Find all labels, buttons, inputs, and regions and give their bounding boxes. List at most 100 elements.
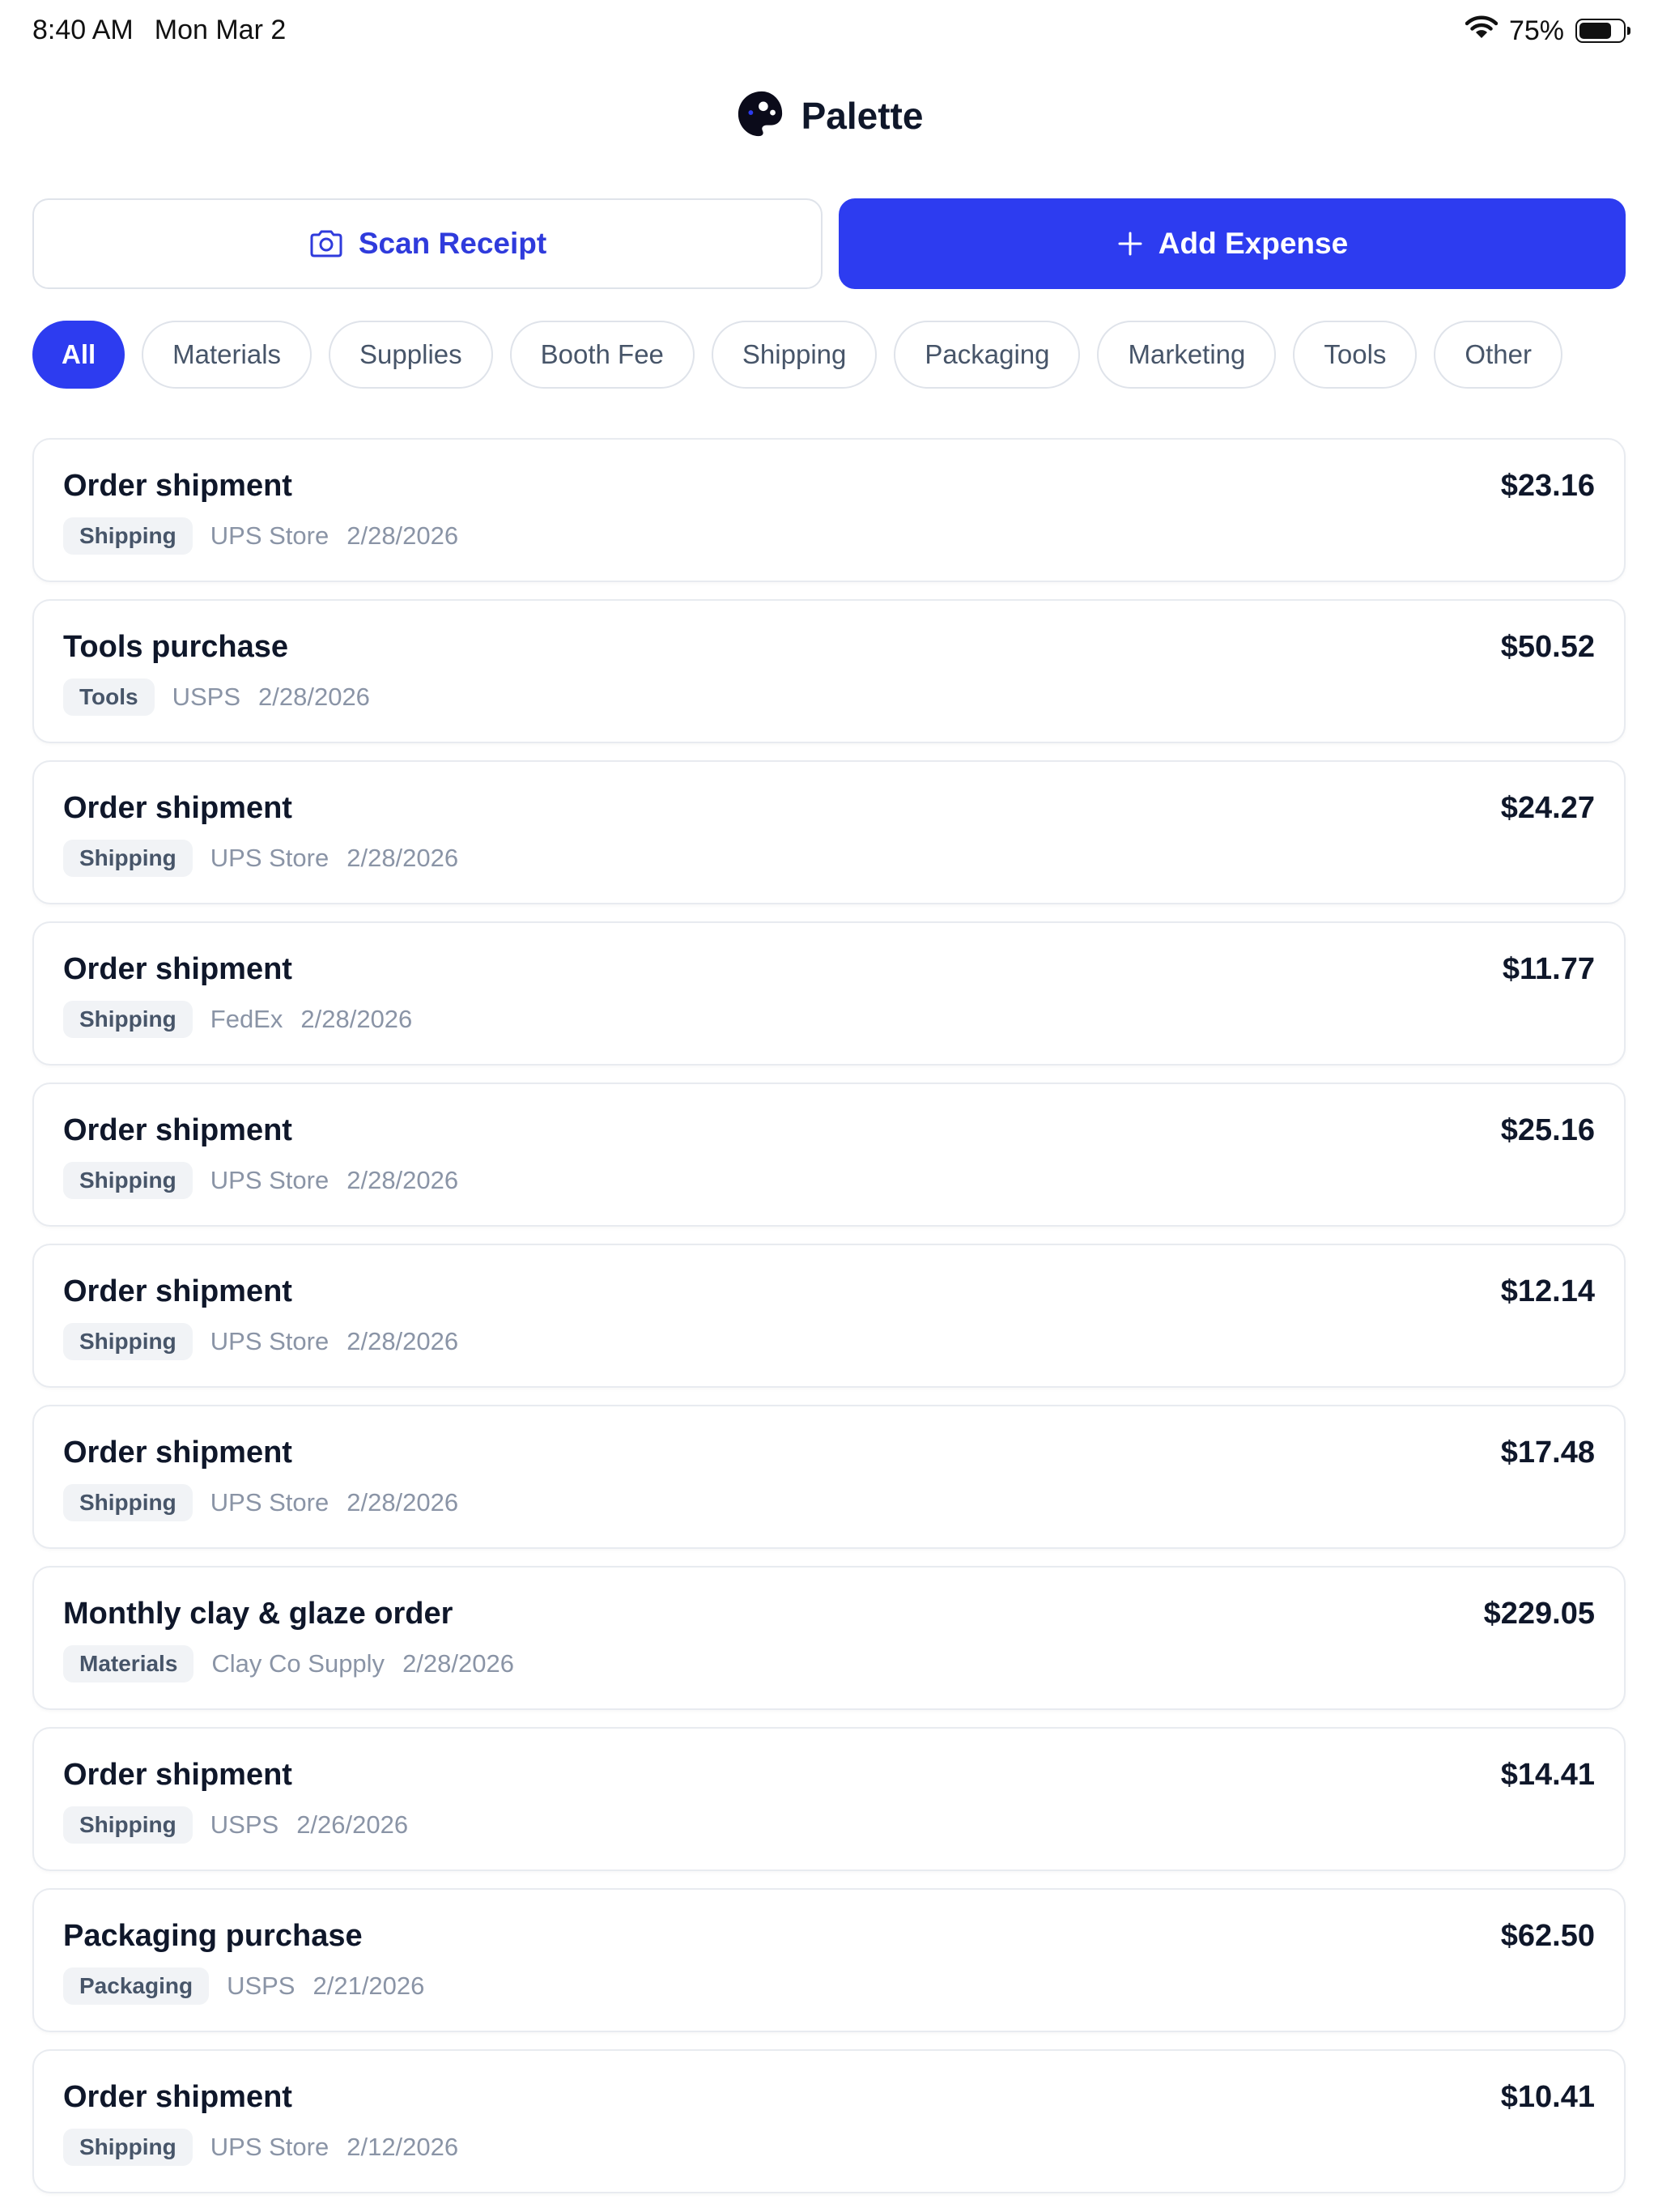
expense-meta: Shipping UPS Store 2/28/2026 <box>63 1323 458 1360</box>
expense-vendor: USPS <box>210 1810 279 1839</box>
expense-title: Order shipment <box>63 952 292 986</box>
expense-date: 2/26/2026 <box>296 1810 409 1839</box>
status-time: 8:40 AM <box>32 15 134 45</box>
app-title: Palette <box>801 95 924 137</box>
app-header: Palette <box>0 85 1658 147</box>
expense-meta: Shipping UPS Store 2/28/2026 <box>63 1162 458 1199</box>
filter-chip-materials[interactable]: Materials <box>142 321 312 389</box>
expense-amount: $229.05 <box>1483 1597 1595 1631</box>
expense-title: Order shipment <box>63 1436 292 1470</box>
category-tag: Packaging <box>63 1967 210 2005</box>
category-tag: Shipping <box>63 1162 193 1199</box>
expense-date: 2/28/2026 <box>300 1005 413 1033</box>
expense-title: Packaging purchase <box>63 1919 363 1953</box>
palette-icon <box>735 89 785 143</box>
filter-chip-shipping[interactable]: Shipping <box>711 321 878 389</box>
filter-chip-marketing[interactable]: Marketing <box>1097 321 1277 389</box>
expense-title: Order shipment <box>63 1274 292 1308</box>
expense-card[interactable]: Tools purchase $50.52 Tools USPS 2/28/20… <box>32 599 1626 743</box>
expense-meta: Shipping UPS Store 2/12/2026 <box>63 2129 458 2166</box>
expense-card[interactable]: Monthly clay & glaze order $229.05 Mater… <box>32 1566 1626 1710</box>
category-tag: Shipping <box>63 840 193 877</box>
category-filter-bar: All Materials Supplies Booth Fee Shippin… <box>32 321 1562 389</box>
status-indicators: 75% <box>1465 13 1630 49</box>
expense-card[interactable]: Order shipment $23.16 Shipping UPS Store… <box>32 438 1626 582</box>
expense-amount: $10.41 <box>1500 2080 1595 2114</box>
expense-meta: Shipping FedEx 2/28/2026 <box>63 1001 412 1038</box>
expense-card[interactable]: Order shipment $11.77 Shipping FedEx 2/2… <box>32 921 1626 1066</box>
expense-date: 2/28/2026 <box>346 844 459 872</box>
expense-title: Order shipment <box>63 2080 292 2114</box>
expense-amount: $50.52 <box>1500 630 1595 664</box>
expense-vendor: UPS Store <box>210 521 329 550</box>
expense-card[interactable]: Order shipment $24.27 Shipping UPS Store… <box>32 760 1626 904</box>
expense-card[interactable]: Order shipment $12.14 Shipping UPS Store… <box>32 1244 1626 1388</box>
expense-title: Order shipment <box>63 1113 292 1147</box>
expense-date: 2/28/2026 <box>346 1488 459 1516</box>
expense-date: 2/12/2026 <box>346 2133 459 2161</box>
expense-title: Order shipment <box>63 469 292 503</box>
wifi-icon <box>1465 15 1499 47</box>
expense-vendor: Clay Co Supply <box>211 1649 385 1678</box>
expense-meta: Shipping USPS 2/26/2026 <box>63 1806 408 1844</box>
expense-card[interactable]: Order shipment $17.48 Shipping UPS Store… <box>32 1405 1626 1549</box>
plus-icon <box>1116 230 1144 257</box>
expense-vendor: USPS <box>172 683 241 711</box>
filter-chip-all[interactable]: All <box>32 321 125 389</box>
category-tag: Shipping <box>63 2129 193 2166</box>
expense-card[interactable]: Order shipment $14.41 Shipping USPS 2/26… <box>32 1727 1626 1871</box>
scan-receipt-label: Scan Receipt <box>358 227 547 260</box>
expense-date: 2/28/2026 <box>402 1649 514 1678</box>
expense-card[interactable]: Order shipment $10.41 Shipping UPS Store… <box>32 2049 1626 2193</box>
battery-percent: 75% <box>1508 15 1564 46</box>
expense-vendor: UPS Store <box>210 844 329 872</box>
expense-meta: Shipping UPS Store 2/28/2026 <box>63 1484 458 1521</box>
expense-title: Monthly clay & glaze order <box>63 1597 453 1631</box>
filter-chip-packaging[interactable]: Packaging <box>894 321 1081 389</box>
expense-date: 2/28/2026 <box>346 1166 459 1194</box>
expense-amount: $25.16 <box>1500 1113 1595 1147</box>
expense-amount: $14.41 <box>1500 1758 1595 1792</box>
expense-card[interactable]: Order shipment $25.16 Shipping UPS Store… <box>32 1083 1626 1227</box>
expenses-screen: 8:40 AM Mon Mar 2 75% Palette Scan Recei… <box>0 0 1658 2212</box>
expense-card[interactable]: Packaging purchase $62.50 Packaging USPS… <box>32 1888 1626 2032</box>
expense-vendor: USPS <box>227 1972 295 2000</box>
filter-chip-supplies[interactable]: Supplies <box>329 321 493 389</box>
expense-meta: Packaging USPS 2/21/2026 <box>63 1967 424 2005</box>
category-tag: Tools <box>63 678 155 716</box>
battery-level <box>1579 23 1611 39</box>
category-tag: Shipping <box>63 1323 193 1360</box>
expense-date: 2/28/2026 <box>258 683 370 711</box>
expense-vendor: UPS Store <box>210 1488 329 1516</box>
status-time-date: 8:40 AM Mon Mar 2 <box>32 15 286 46</box>
status-bar: 8:40 AM Mon Mar 2 75% <box>0 0 1658 65</box>
category-tag: Shipping <box>63 1001 193 1038</box>
expense-vendor: FedEx <box>210 1005 283 1033</box>
expense-date: 2/28/2026 <box>346 521 459 550</box>
camera-icon <box>308 229 344 258</box>
filter-chip-booth-fee[interactable]: Booth Fee <box>509 321 695 389</box>
expense-vendor: UPS Store <box>210 1166 329 1194</box>
expense-meta: Materials Clay Co Supply 2/28/2026 <box>63 1645 514 1682</box>
expense-date: 2/21/2026 <box>312 1972 425 2000</box>
expense-title: Order shipment <box>63 791 292 825</box>
expense-meta: Tools USPS 2/28/2026 <box>63 678 370 716</box>
expense-title: Order shipment <box>63 1758 292 1792</box>
expense-amount: $17.48 <box>1500 1436 1595 1470</box>
expense-meta: Shipping UPS Store 2/28/2026 <box>63 517 458 555</box>
expense-amount: $12.14 <box>1500 1274 1595 1308</box>
battery-tip <box>1627 27 1630 35</box>
expense-meta: Shipping UPS Store 2/28/2026 <box>63 840 458 877</box>
status-date: Mon Mar 2 <box>154 15 287 45</box>
expense-amount: $23.16 <box>1500 469 1595 503</box>
scan-receipt-button[interactable]: Scan Receipt <box>32 198 823 289</box>
filter-chip-other[interactable]: Other <box>1434 321 1562 389</box>
add-expense-button[interactable]: Add Expense <box>839 198 1626 289</box>
expense-vendor: UPS Store <box>210 2133 329 2161</box>
expense-vendor: UPS Store <box>210 1327 329 1355</box>
expense-amount: $24.27 <box>1500 791 1595 825</box>
expense-date: 2/28/2026 <box>346 1327 459 1355</box>
add-expense-label: Add Expense <box>1158 227 1349 260</box>
filter-chip-tools[interactable]: Tools <box>1293 321 1418 389</box>
category-tag: Shipping <box>63 1806 193 1844</box>
